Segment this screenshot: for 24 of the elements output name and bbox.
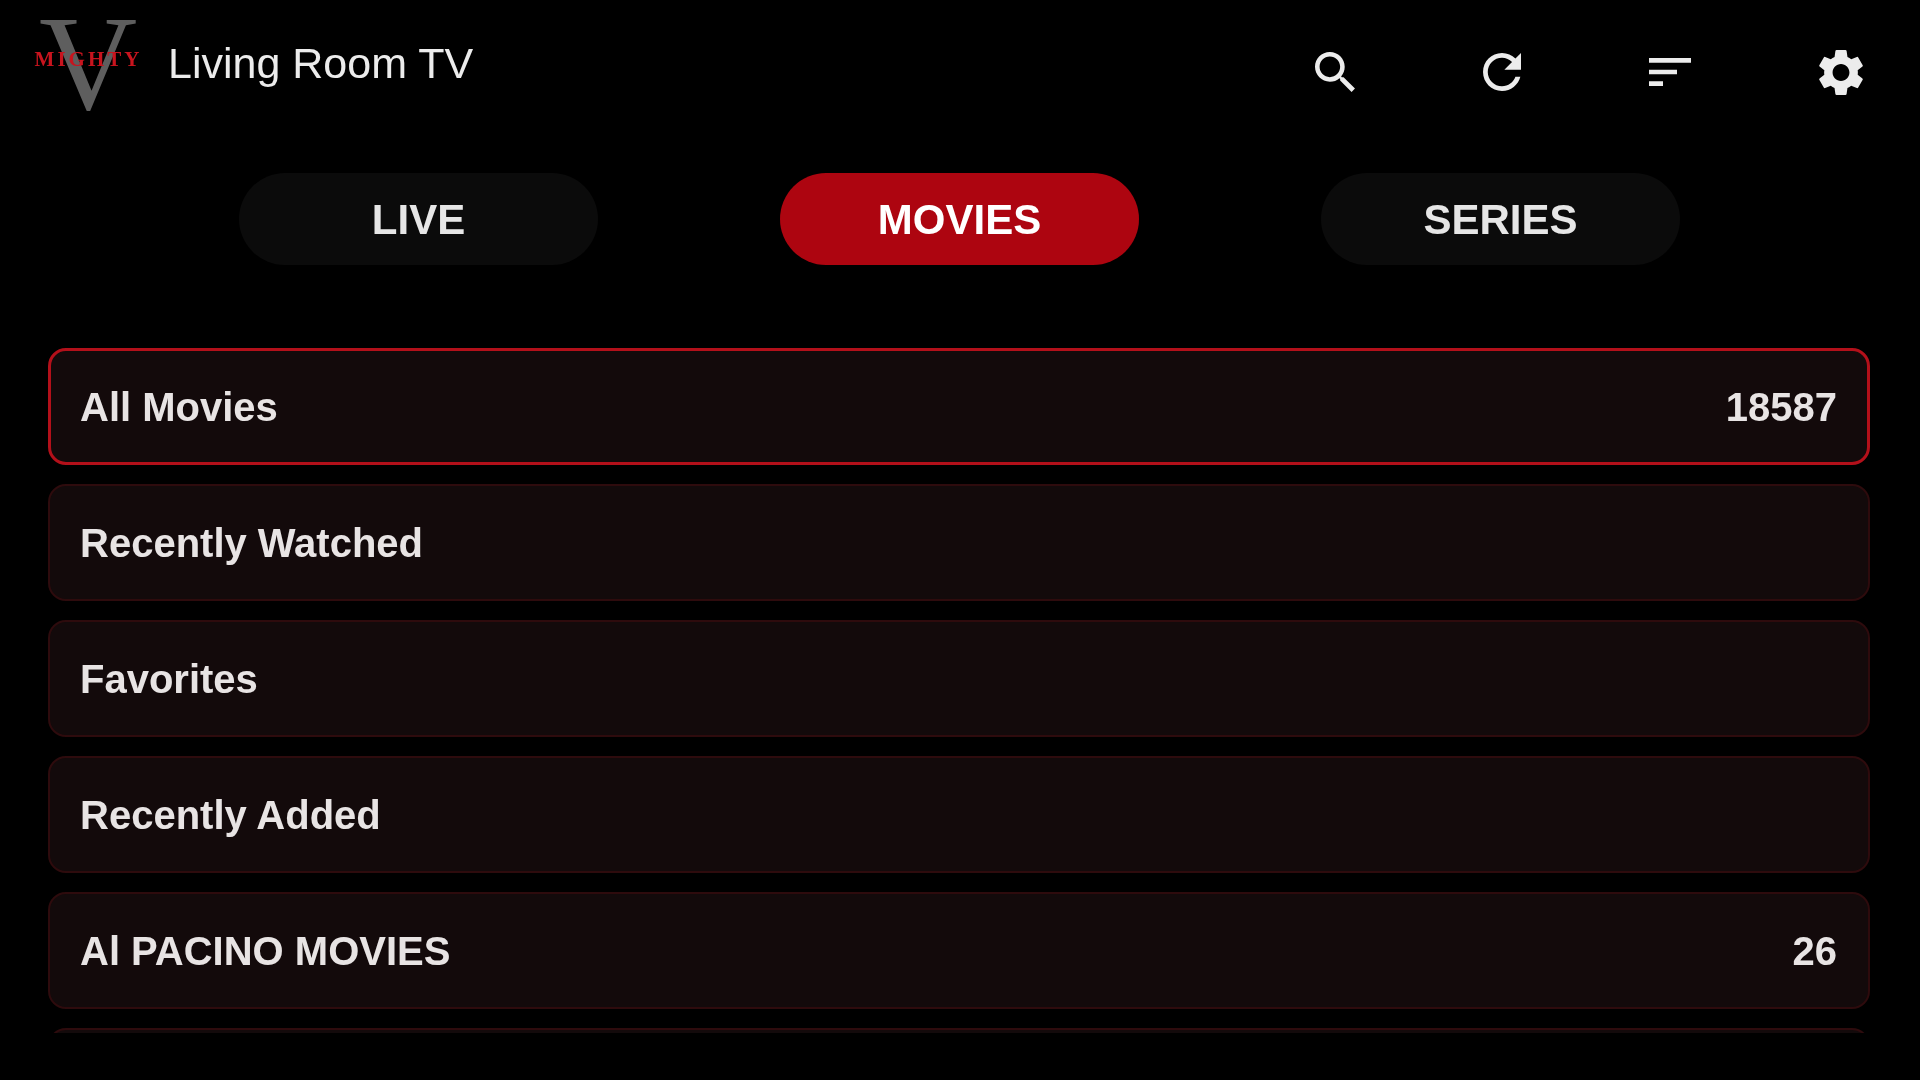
refresh-button[interactable] (1483, 53, 1521, 91)
search-icon (1315, 52, 1355, 92)
category-name: Recently Watched (80, 519, 424, 567)
tab[interactable]: SERIES (1321, 173, 1680, 265)
category-row[interactable]: Al PACINO MOVIES 26 (48, 892, 1870, 1009)
category-row[interactable]: All Movies 18587 (48, 348, 1870, 465)
category-name: Recently Added (80, 791, 381, 839)
settings-icon (1819, 49, 1863, 95)
category-row[interactable]: Favorites (48, 620, 1870, 737)
tab[interactable]: LIVE (239, 173, 598, 265)
search-button[interactable] (1315, 52, 1355, 92)
category-row[interactable]: Recently Added (48, 756, 1870, 873)
app-title: Living Room TV (168, 38, 474, 89)
sort-button[interactable] (1649, 58, 1691, 86)
item-count: 26 (1792, 927, 1837, 975)
category-name: All Movies (80, 383, 278, 431)
tab[interactable]: MOVIES (780, 173, 1139, 265)
category-row[interactable]: Recently Watched (48, 484, 1870, 601)
settings-button[interactable] (1819, 49, 1863, 95)
category-name: Favorites (80, 655, 258, 703)
refresh-icon (1483, 53, 1521, 91)
item-count: 18587 (1725, 383, 1837, 431)
sort-icon (1649, 58, 1691, 86)
category-name: Al PACINO MOVIES (80, 927, 451, 975)
